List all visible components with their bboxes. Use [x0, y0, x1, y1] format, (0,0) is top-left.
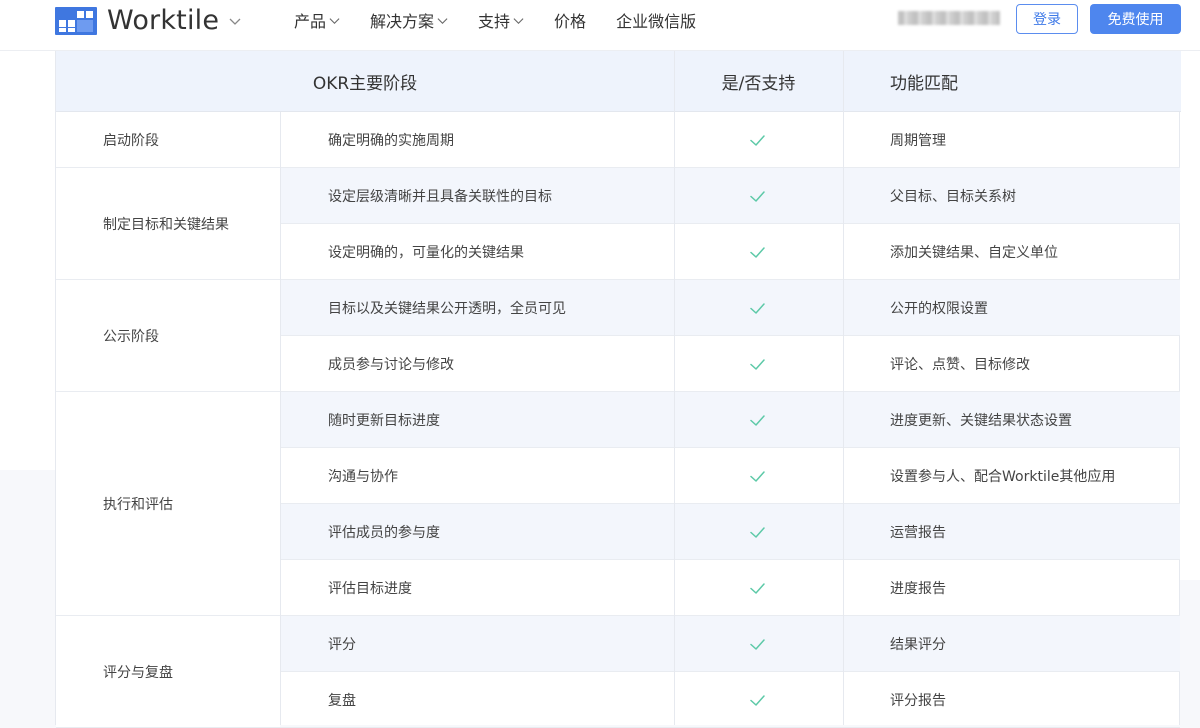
- support-cell: [749, 280, 766, 336]
- checkmark-icon: [750, 526, 765, 538]
- support-cell: [749, 616, 766, 672]
- top-navbar: Worktile 产品 解决方案 支持 价格 企业微信版 登录 免费使用: [0, 0, 1200, 51]
- nav-item-solutions[interactable]: 解决方案: [370, 8, 448, 32]
- table-row: 复盘 评分报告: [280, 672, 1180, 728]
- phase-cell: 执行和评估: [56, 392, 280, 616]
- column-divider: [674, 50, 675, 725]
- phase-label: 制定目标和关键结果: [103, 216, 229, 233]
- table-row: 设定层级清晰并且具备关联性的目标 父目标、目标关系树: [280, 168, 1180, 224]
- feature-match: 评论、点赞、目标修改: [890, 357, 1030, 373]
- feature-match: 评分报告: [890, 693, 946, 709]
- support-cell: [749, 448, 766, 504]
- column-header-stage: OKR主要阶段: [312, 73, 418, 94]
- column-divider: [843, 50, 844, 725]
- chevron-down-icon: [329, 17, 340, 24]
- checkmark-icon: [750, 302, 765, 314]
- support-cell: [749, 112, 766, 168]
- stage-item: 设定明确的，可量化的关键结果: [328, 245, 524, 261]
- brand-name: Worktile: [107, 5, 220, 36]
- stage-item: 评分: [328, 637, 356, 653]
- stage-item: 随时更新目标进度: [328, 413, 440, 429]
- support-cell: [749, 168, 766, 224]
- stage-item: 目标以及关键结果公开透明，全员可见: [328, 301, 566, 317]
- feature-match: 父目标、目标关系树: [890, 189, 1016, 205]
- phase-cell: 公示阶段: [56, 280, 280, 392]
- feature-match: 结果评分: [890, 637, 946, 653]
- nav-item-label: 企业微信版: [616, 12, 697, 31]
- nav-item-label: 解决方案: [370, 12, 435, 31]
- checkmark-icon: [750, 582, 765, 594]
- stage-item: 复盘: [328, 693, 356, 709]
- table-row: 成员参与讨论与修改 评论、点赞、目标修改: [280, 336, 1180, 392]
- feature-match: 公开的权限设置: [890, 301, 988, 317]
- nav-item-label: 产品: [294, 12, 327, 31]
- brand-logo[interactable]: Worktile: [55, 5, 241, 36]
- chevron-down-icon: [229, 18, 241, 25]
- feature-match: 添加关键结果、自定义单位: [890, 245, 1058, 261]
- checkmark-icon: [750, 470, 765, 482]
- chevron-down-icon: [513, 17, 524, 24]
- nav-item-products[interactable]: 产品: [294, 8, 340, 32]
- stage-item: 确定明确的实施周期: [328, 133, 454, 149]
- checkmark-icon: [750, 246, 765, 258]
- support-cell: [749, 504, 766, 560]
- table-row: 确定明确的实施周期 周期管理: [280, 112, 1180, 168]
- chevron-down-icon: [437, 17, 448, 24]
- phase-label: 启动阶段: [103, 132, 159, 149]
- column-header-feature: 功能匹配: [890, 73, 958, 94]
- phase-label: 评分与复盘: [103, 664, 173, 681]
- table-row: 目标以及关键结果公开透明，全员可见 公开的权限设置: [280, 280, 1180, 336]
- worktile-logo-icon: [55, 6, 97, 35]
- login-button[interactable]: 登录: [1016, 4, 1078, 34]
- stage-item: 评估目标进度: [328, 581, 412, 597]
- main-nav: 产品 解决方案 支持 价格 企业微信版: [294, 0, 726, 40]
- checkmark-icon: [750, 358, 765, 370]
- feature-match: 运营报告: [890, 525, 946, 541]
- phase-cell: 评分与复盘: [56, 616, 280, 728]
- feature-match: 周期管理: [890, 133, 946, 149]
- checkmark-icon: [750, 190, 765, 202]
- checkmark-icon: [750, 638, 765, 650]
- support-cell: [749, 224, 766, 280]
- table-header: OKR主要阶段 是/否支持 功能匹配: [56, 50, 1181, 112]
- feature-match: 进度更新、关键结果状态设置: [890, 413, 1072, 429]
- table-row: 评估成员的参与度 运营报告: [280, 504, 1180, 560]
- feature-match: 进度报告: [890, 581, 946, 597]
- nav-item-pricing[interactable]: 价格: [554, 8, 586, 32]
- phase-cell: 启动阶段: [56, 112, 280, 168]
- feature-match: 设置参与人、配合Worktile其他应用: [890, 469, 1116, 485]
- page-background: [1180, 50, 1200, 580]
- support-cell: [749, 560, 766, 616]
- checkmark-icon: [750, 134, 765, 146]
- phase-label: 执行和评估: [103, 496, 173, 513]
- checkmark-icon: [750, 694, 765, 706]
- stage-item: 设定层级清晰并且具备关联性的目标: [328, 189, 552, 205]
- checkmark-icon: [750, 414, 765, 426]
- support-cell: [749, 672, 766, 728]
- nav-item-label: 支持: [478, 12, 511, 31]
- phase-label: 公示阶段: [103, 328, 159, 345]
- nav-item-support[interactable]: 支持: [478, 8, 524, 32]
- free-trial-button[interactable]: 免费使用: [1090, 4, 1181, 34]
- page-background: [0, 50, 55, 470]
- nav-item-wechat-edition[interactable]: 企业微信版: [616, 8, 696, 32]
- table-row: 随时更新目标进度 进度更新、关键结果状态设置: [280, 392, 1180, 448]
- stage-item: 评估成员的参与度: [328, 525, 440, 541]
- stage-item: 沟通与协作: [328, 469, 398, 485]
- table-row: 沟通与协作 设置参与人、配合Worktile其他应用: [280, 448, 1180, 504]
- phase-cell: 制定目标和关键结果: [56, 168, 280, 280]
- support-cell: [749, 392, 766, 448]
- nav-item-label: 价格: [554, 12, 587, 31]
- okr-feature-table: OKR主要阶段 是/否支持 功能匹配 启动阶段 确定明确的实施周期 周期管理制定目标…: [55, 50, 1181, 728]
- column-header-support: 是/否支持: [721, 73, 796, 94]
- stage-item: 成员参与讨论与修改: [328, 357, 454, 373]
- table-row: 评估目标进度 进度报告: [280, 560, 1180, 616]
- table-row: 评分 结果评分: [280, 616, 1180, 672]
- support-cell: [749, 336, 766, 392]
- user-info-redacted: [898, 11, 1000, 25]
- table-row: 设定明确的，可量化的关键结果 添加关键结果、自定义单位: [280, 224, 1180, 280]
- column-divider: [280, 112, 281, 725]
